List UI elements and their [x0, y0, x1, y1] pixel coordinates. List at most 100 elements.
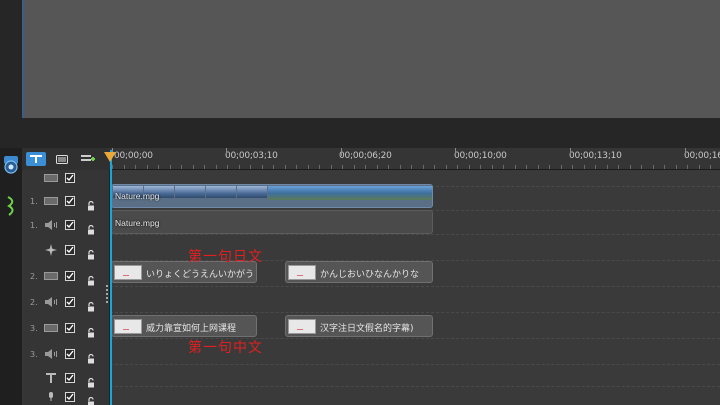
- ruler-minor-tick: [710, 165, 711, 169]
- ruler-minor-tick: [400, 165, 401, 169]
- lock-icon[interactable]: [86, 245, 96, 260]
- playhead[interactable]: [110, 150, 112, 405]
- track-enable-checkbox[interactable]: [65, 373, 75, 383]
- video-track-icon: [44, 271, 58, 281]
- ruler-tick-label: 00;00;10;00: [454, 151, 507, 161]
- ruler-minor-tick: [296, 165, 297, 169]
- audio-track-icon: [44, 297, 58, 307]
- ruler-minor-tick: [135, 165, 136, 169]
- track-number: 1.: [30, 196, 38, 206]
- lock-icon[interactable]: [86, 220, 96, 235]
- ruler-minor-tick: [354, 165, 355, 169]
- ruler-minor-tick: [216, 165, 217, 169]
- lock-icon[interactable]: [86, 196, 96, 211]
- fix-enhance-tool-icon[interactable]: [1, 152, 21, 176]
- ruler-minor-tick: [124, 165, 125, 169]
- track-enable-checkbox[interactable]: [65, 323, 75, 333]
- track-enable-checkbox[interactable]: [65, 196, 75, 206]
- track-enable-checkbox[interactable]: [65, 349, 75, 359]
- ruler-minor-tick: [158, 165, 159, 169]
- subtitle-clip-text: いりょくどうえんいかがう: [146, 270, 255, 280]
- ruler-minor-tick: [273, 165, 274, 169]
- timeline-toolbar: [22, 148, 110, 170]
- storyboard-view-button[interactable]: [52, 152, 72, 166]
- time-ruler[interactable]: 00;00;00 00;00;03;10 00;00;06;20 00;00;1…: [110, 148, 720, 170]
- track-header-3-video: 3.: [22, 315, 110, 341]
- magic-tool-icon[interactable]: [1, 194, 21, 218]
- track-number: 2.: [30, 297, 38, 307]
- track-divider: [110, 234, 720, 235]
- add-track-button[interactable]: [78, 152, 98, 166]
- preview-window[interactable]: [24, 0, 720, 118]
- tool-strip: [0, 148, 22, 405]
- lock-icon[interactable]: [86, 373, 96, 388]
- ruler-minor-tick: [204, 165, 205, 169]
- audio-track-icon: [44, 349, 58, 359]
- ruler-minor-tick: [112, 165, 113, 169]
- audio-track-icon: [44, 220, 58, 230]
- track-number: 3.: [30, 349, 38, 359]
- ruler-minor-tick: [492, 165, 493, 169]
- subtitle-clip[interactable]: 汉字注日文假名的字幕): [285, 315, 433, 337]
- lock-icon[interactable]: [86, 349, 96, 364]
- ruler-minor-tick: [699, 165, 700, 169]
- track-divider: [110, 286, 720, 287]
- ruler-tick-label: 00;00;06;20: [339, 151, 392, 161]
- track-enable-checkbox[interactable]: [65, 173, 75, 183]
- video-clip-label: Nature.mpg: [115, 191, 160, 201]
- ruler-minor-tick: [262, 165, 263, 169]
- track-header-1-video: 1.: [22, 189, 110, 213]
- ruler-minor-tick: [193, 165, 194, 169]
- track-enable-checkbox[interactable]: [65, 245, 75, 255]
- ruler-minor-tick: [595, 165, 596, 169]
- playhead-handle[interactable]: [104, 152, 116, 162]
- subtitle-thumbnail: [114, 265, 142, 280]
- ruler-minor-tick: [434, 165, 435, 169]
- subtitle-clip[interactable]: 威力靠宣如何上网课程: [111, 315, 257, 337]
- ruler-tick-label: 00;00;16: [684, 151, 720, 161]
- ruler-minor-tick: [239, 165, 240, 169]
- track-enable-checkbox[interactable]: [65, 271, 75, 281]
- ruler-major-tick: [570, 148, 571, 156]
- ruler-minor-tick: [687, 165, 688, 169]
- track-header-2-audio: 2.: [22, 289, 110, 315]
- left-panel-edge: [0, 0, 24, 118]
- ruler-minor-tick: [388, 165, 389, 169]
- video-editor-window: 00;00;00 00;00;03;10 00;00;06;20 00;00;1…: [0, 0, 720, 405]
- subtitle-clip-text: 汉字注日文假名的字幕): [320, 324, 414, 334]
- annotation-japanese: 第一句日文: [188, 249, 263, 265]
- title-track-icon: [44, 373, 58, 383]
- track-headers: 1. 1. 2. 2. 3. 3.: [22, 170, 110, 405]
- ruler-minor-tick: [377, 165, 378, 169]
- subtitle-thumbnail: [288, 265, 316, 280]
- audio-clip[interactable]: Nature.mpg: [111, 210, 433, 234]
- ruler-minor-tick: [285, 165, 286, 169]
- ruler-major-tick: [226, 148, 227, 156]
- lock-icon[interactable]: [86, 271, 96, 286]
- video-thumbnail: [237, 186, 267, 198]
- video-thumbnail: [206, 186, 236, 198]
- ruler-minor-tick: [457, 165, 458, 169]
- timeline-view-button[interactable]: [26, 152, 46, 166]
- ruler-minor-tick: [480, 165, 481, 169]
- ruler-minor-tick: [331, 165, 332, 169]
- ruler-minor-tick: [181, 165, 182, 169]
- splitter-handle[interactable]: [106, 285, 108, 305]
- lock-icon[interactable]: [86, 323, 96, 338]
- subtitle-thumbnail: [288, 319, 316, 334]
- ruler-minor-tick: [584, 165, 585, 169]
- track-enable-checkbox[interactable]: [65, 220, 75, 230]
- track-enable-checkbox[interactable]: [65, 297, 75, 307]
- subtitle-clip[interactable]: かんじおいひなんかりな: [285, 261, 433, 283]
- annotation-chinese: 第一句中文: [188, 340, 263, 356]
- video-clip[interactable]: Nature.mpg: [111, 184, 433, 208]
- track-enable-checkbox[interactable]: [65, 392, 75, 402]
- effect-track-icon: [44, 244, 58, 256]
- ruler-tick-label: 00;00;03;10: [225, 151, 278, 161]
- ruler-minor-tick: [561, 165, 562, 169]
- lock-icon[interactable]: [86, 392, 96, 405]
- video-track-icon: [44, 323, 58, 333]
- ruler-major-tick: [685, 148, 686, 156]
- video-thumbnail-strip: [268, 186, 432, 200]
- lock-icon[interactable]: [86, 297, 96, 312]
